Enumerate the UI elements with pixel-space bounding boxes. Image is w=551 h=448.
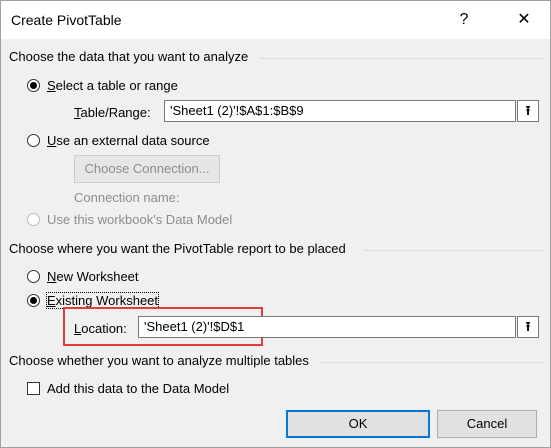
- collapse-dialog-icon[interactable]: ⭱: [517, 100, 539, 122]
- radio-select-table-range[interactable]: [27, 79, 40, 92]
- close-icon[interactable]: ✕: [509, 5, 539, 35]
- help-icon[interactable]: ?: [449, 5, 479, 35]
- radio-new-worksheet-label[interactable]: New Worksheet: [47, 269, 139, 284]
- radio-existing-worksheet-label[interactable]: Existing Worksheet: [45, 292, 160, 309]
- section-divider: [321, 362, 543, 363]
- radio-select-table-range-label[interactable]: Select a table or range: [47, 78, 178, 93]
- connection-name-label: Connection name:: [74, 190, 180, 205]
- add-to-data-model-label[interactable]: Add this data to the Data Model: [47, 381, 229, 396]
- section-divider: [363, 250, 543, 251]
- radio-data-model[interactable]: [27, 213, 40, 226]
- section-heading-data: Choose the data that you want to analyze: [9, 49, 249, 64]
- ok-button[interactable]: OK: [286, 410, 430, 438]
- location-label: Location:: [74, 321, 127, 336]
- section-divider: [259, 58, 543, 59]
- dialog-title: Create PivotTable: [11, 12, 122, 28]
- add-to-data-model-checkbox[interactable]: [27, 382, 40, 395]
- choose-connection-button[interactable]: Choose Connection...: [74, 155, 220, 183]
- create-pivottable-dialog: Create PivotTable ? ✕ Choose the data th…: [0, 0, 551, 448]
- collapse-dialog-icon[interactable]: ⭱: [517, 316, 539, 338]
- radio-existing-worksheet[interactable]: [27, 294, 40, 307]
- radio-external-source-label[interactable]: Use an external data source: [47, 133, 210, 148]
- table-range-label: Table/Range:: [74, 105, 151, 120]
- radio-external-source[interactable]: [27, 134, 40, 147]
- cancel-button[interactable]: Cancel: [437, 410, 537, 438]
- radio-new-worksheet[interactable]: [27, 270, 40, 283]
- location-input[interactable]: 'Sheet1 (2)'!$D$1: [138, 316, 516, 338]
- section-heading-placement: Choose where you want the PivotTable rep…: [9, 241, 346, 256]
- radio-data-model-label: Use this workbook's Data Model: [47, 212, 233, 227]
- table-range-input[interactable]: 'Sheet1 (2)'!$A$1:$B$9: [164, 100, 516, 122]
- title-bar: Create PivotTable ? ✕: [1, 1, 550, 39]
- section-heading-multiple-tables: Choose whether you want to analyze multi…: [9, 353, 309, 368]
